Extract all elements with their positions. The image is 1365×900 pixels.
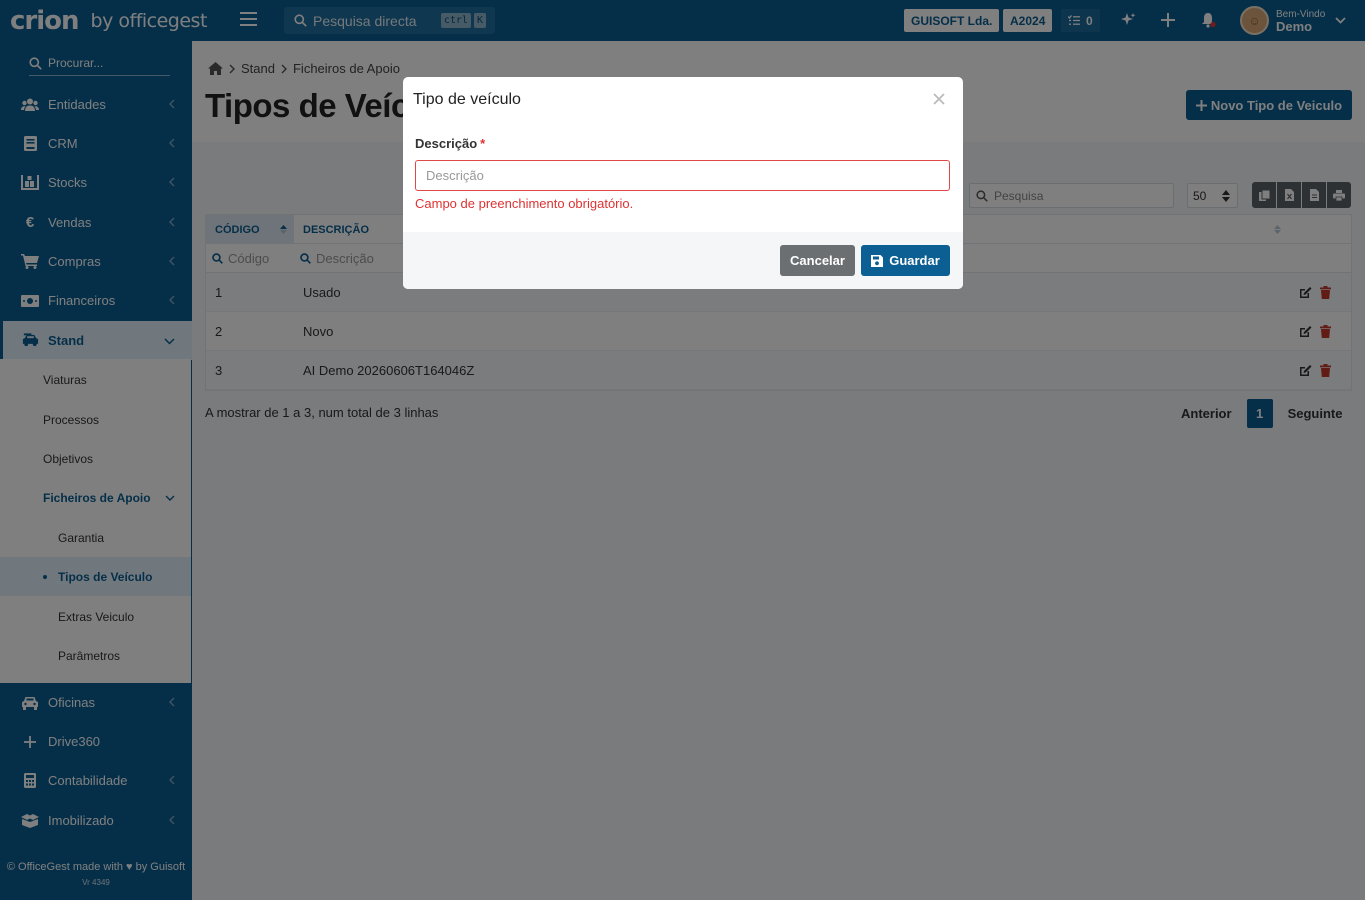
- save-button[interactable]: Guardar: [861, 245, 950, 276]
- field-label-text: Descrição: [415, 136, 478, 151]
- validation-error: Campo de preenchimento obrigatório.: [415, 196, 634, 211]
- modal-footer: Cancelar Guardar: [403, 232, 963, 289]
- vehicle-type-modal: Tipo de veículo Descrição* Campo de pree…: [403, 77, 963, 289]
- description-input[interactable]: [415, 160, 950, 191]
- save-disk-icon: [871, 254, 884, 267]
- cancel-button[interactable]: Cancelar: [780, 245, 855, 276]
- required-marker: *: [480, 136, 486, 151]
- description-field-label: Descrição *: [415, 136, 485, 151]
- close-icon[interactable]: [932, 92, 946, 106]
- modal-title: Tipo de veículo: [413, 91, 521, 108]
- save-label: Guardar: [889, 253, 940, 268]
